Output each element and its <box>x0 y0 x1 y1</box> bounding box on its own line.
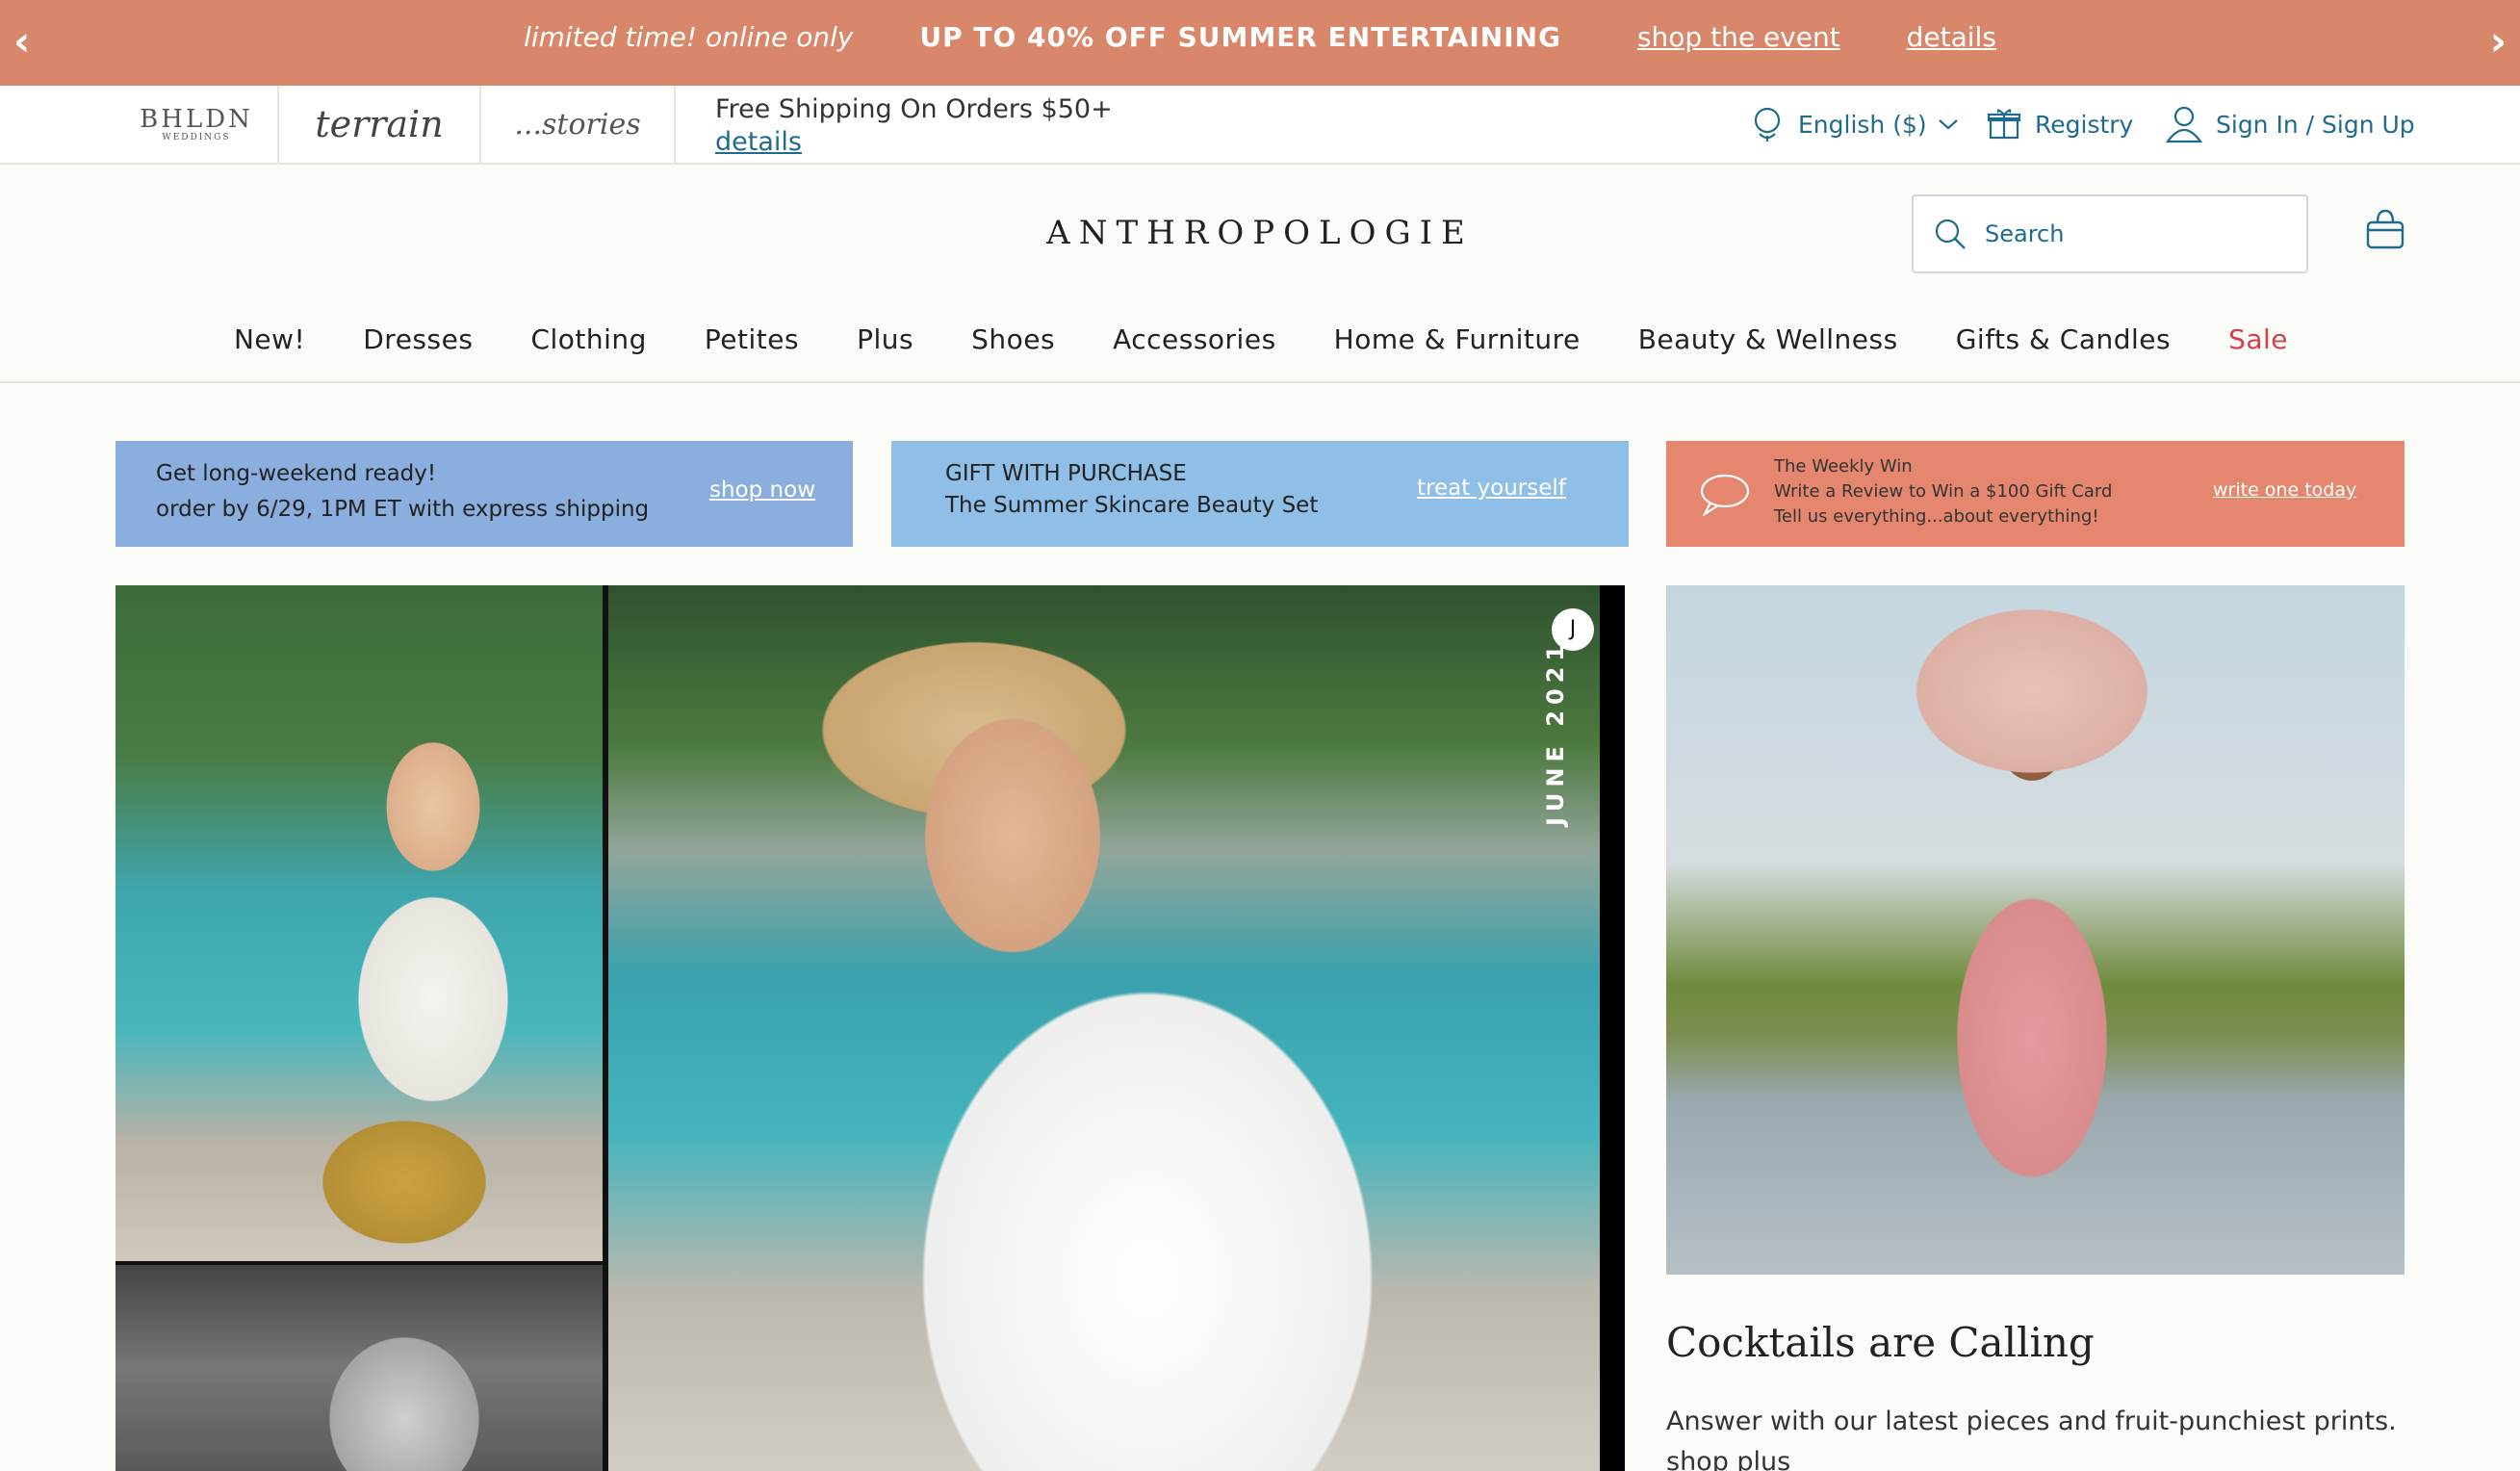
nav-item-petites[interactable]: Petites <box>705 323 799 355</box>
promo-details-link[interactable]: details <box>1907 21 1996 53</box>
hero-image-poolside-model[interactable] <box>116 585 603 1265</box>
bhldn-logo-subtext: WEDDINGS <box>162 132 231 142</box>
story-description: Answer with our latest pieces and fruit-… <box>1666 1402 2404 1471</box>
nav-item-home-furniture[interactable]: Home & Furniture <box>1334 323 1581 355</box>
shipping-text: Free Shipping On Orders $50+ <box>715 94 1113 124</box>
banner-line: Write a Review to Win a $100 Gift Card <box>1774 481 2113 502</box>
nav-item-sale[interactable]: Sale <box>2228 323 2288 355</box>
story-text: Answer with our latest pieces and fruit-… <box>1666 1406 2397 1436</box>
banner-line: The Summer Skincare Beauty Set <box>945 493 1319 518</box>
story-title[interactable]: Cocktails are Calling <box>1666 1319 2095 1366</box>
shipping-details-link[interactable]: details <box>715 127 802 157</box>
search-input[interactable]: Search <box>1912 194 2308 273</box>
shopping-bag-icon[interactable] <box>2364 209 2406 251</box>
terrain-logo-text: terrain <box>315 103 444 145</box>
banner-gift-with-purchase[interactable]: GIFT WITH PURCHASE The Summer Skincare B… <box>891 441 1629 547</box>
promo-headline: UP TO 40% OFF SUMMER ENTERTAINING <box>919 21 1562 53</box>
date-label: JUNE 2021 <box>1542 638 1569 826</box>
language-label: English ($) <box>1798 110 1927 139</box>
banner-long-weekend[interactable]: Get long-weekend ready! order by 6/29, 1… <box>116 441 853 547</box>
stories-logo-text: ...stories <box>514 107 641 142</box>
chevron-right-icon[interactable]: › <box>2490 17 2507 65</box>
gift-icon <box>1987 109 2021 140</box>
treat-yourself-link[interactable]: treat yourself <box>1417 476 1566 501</box>
sign-in-label: Sign In / Sign Up <box>2216 110 2415 139</box>
stories-logo[interactable]: ...stories <box>481 86 676 163</box>
nav-item-beauty-wellness[interactable]: Beauty & Wellness <box>1638 323 1898 355</box>
hero-image-main-model[interactable]: J JUNE 2021 <box>608 585 1625 1471</box>
banner-line: Tell us everything...about everything! <box>1774 506 2099 527</box>
banner-line: GIFT WITH PURCHASE <box>945 461 1187 486</box>
banner-weekly-win[interactable]: The Weekly Win Write a Review to Win a $… <box>1666 441 2404 547</box>
story-image-lake-dress[interactable] <box>1666 585 2404 1275</box>
banner-line: Get long-weekend ready! <box>156 461 437 486</box>
banner-line: The Weekly Win <box>1774 456 1913 477</box>
sign-in-link[interactable]: Sign In / Sign Up <box>2166 86 2415 163</box>
globe-icon <box>1754 107 1781 142</box>
user-icon <box>2166 106 2202 143</box>
promo-bar: ‹ limited time! online only UP TO 40% OF… <box>0 0 2520 86</box>
promo-content: limited time! online only UP TO 40% OFF … <box>0 21 2520 53</box>
nav-item-accessories[interactable]: Accessories <box>1113 323 1276 355</box>
nav-item-plus[interactable]: Plus <box>857 323 913 355</box>
promo-tagline: limited time! online only <box>524 21 854 53</box>
language-selector[interactable]: English ($) <box>1750 86 1960 163</box>
nav-item-shoes[interactable]: Shoes <box>971 323 1055 355</box>
shop-plus-link[interactable]: shop plus <box>1666 1442 2404 1471</box>
bhldn-logo-text: BHLDN <box>140 104 253 134</box>
shop-now-link[interactable]: shop now <box>709 477 815 503</box>
chevron-down-icon <box>1938 119 1958 130</box>
nav-item-gifts-candles[interactable]: Gifts & Candles <box>1956 323 2171 355</box>
hero-image-bw-portrait[interactable] <box>116 1265 603 1471</box>
search-placeholder: Search <box>1985 220 2065 247</box>
image-frame <box>1600 585 1625 1471</box>
terrain-logo[interactable]: terrain <box>279 86 481 163</box>
speech-bubble-icon <box>1700 474 1750 516</box>
write-one-today-link[interactable]: write one today <box>2213 479 2356 501</box>
banner-line: order by 6/29, 1PM ET with express shipp… <box>156 497 650 522</box>
registry-link[interactable]: Registry <box>1987 86 2133 163</box>
nav-item-dresses[interactable]: Dresses <box>363 323 473 355</box>
bhldn-logo[interactable]: BHLDN WEDDINGS <box>116 86 279 163</box>
shipping-notice: Free Shipping On Orders $50+ details <box>715 93 1113 159</box>
nav-item-clothing[interactable]: Clothing <box>530 323 646 355</box>
main-navigation: New! Dresses Clothing Petites Plus Shoes… <box>0 310 2520 383</box>
registry-label: Registry <box>2035 110 2134 139</box>
search-icon <box>1935 219 1966 249</box>
shop-the-event-link[interactable]: shop the event <box>1637 21 1840 53</box>
utility-bar: BHLDN WEDDINGS terrain ...stories Free Sh… <box>0 86 2520 165</box>
nav-item-new[interactable]: New! <box>234 323 305 355</box>
